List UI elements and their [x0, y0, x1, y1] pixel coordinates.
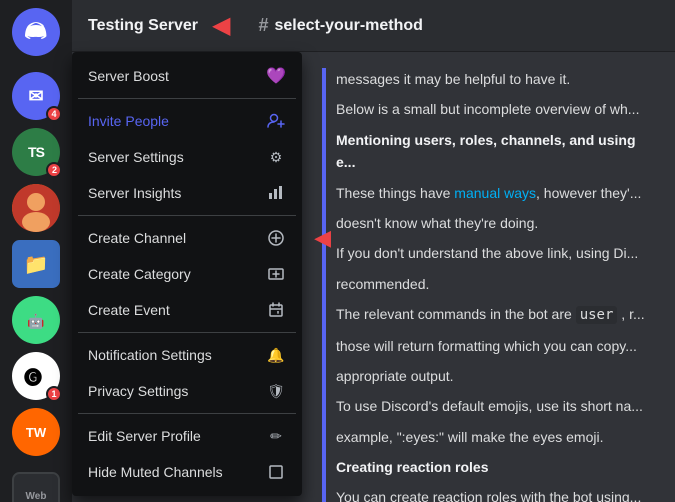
- server-sidebar: ✉ 4 TS 2 📁 🤖 🅖 1 TW Web: [0, 0, 72, 502]
- menu-item-edit-server-profile[interactable]: Edit Server Profile ✏: [78, 418, 296, 454]
- chat-line-11: To use Discord's default emojis, use its…: [336, 395, 655, 417]
- notification-badge-mail: 4: [46, 106, 62, 122]
- edit-server-profile-icon: ✏: [266, 426, 286, 446]
- notification-settings-label: Notification Settings: [88, 347, 212, 363]
- sidebar-item-android[interactable]: 🤖: [12, 296, 60, 344]
- hide-muted-channels-label: Hide Muted Channels: [88, 464, 223, 480]
- menu-item-create-channel[interactable]: Create Channel ◀: [78, 220, 296, 256]
- edit-server-profile-label: Edit Server Profile: [88, 428, 201, 444]
- menu-divider-3: [78, 332, 296, 333]
- create-event-label: Create Event: [88, 302, 170, 318]
- create-event-icon: [266, 300, 286, 320]
- chat-line-10: appropriate output.: [336, 365, 655, 387]
- create-channel-label: Create Channel: [88, 230, 186, 246]
- create-category-label: Create Category: [88, 266, 191, 282]
- sidebar-item-mail[interactable]: ✉ 4: [12, 72, 60, 120]
- create-channel-icon: [266, 228, 286, 248]
- chat-line-13: You can create reaction roles with the b…: [336, 486, 655, 502]
- create-channel-arrow: ◀: [314, 225, 331, 251]
- menu-divider-4: [78, 413, 296, 414]
- menu-item-invite-people[interactable]: Invite People: [78, 103, 296, 139]
- channel-hash-icon: #: [258, 15, 268, 36]
- manual-link[interactable]: manual ways: [454, 185, 536, 201]
- chat-area: messages it may be helpful to have it. B…: [302, 52, 675, 502]
- sidebar-item-blue[interactable]: 📁: [12, 240, 60, 288]
- chat-line-9: those will return formatting which you c…: [336, 335, 655, 357]
- sidebar-item-ts[interactable]: TS 2: [12, 128, 60, 176]
- menu-divider-2: [78, 215, 296, 216]
- notification-badge-google: 1: [46, 386, 62, 402]
- invite-people-icon: [266, 111, 286, 131]
- chat-line-12: example, ":eyes:" will make the eyes emo…: [336, 426, 655, 448]
- chat-heading-reaction-roles: Creating reaction roles: [336, 456, 655, 478]
- sidebar-item-google[interactable]: 🅖 1: [12, 352, 60, 400]
- menu-item-create-event[interactable]: Create Event: [78, 292, 296, 328]
- svg-text:🅖: 🅖: [24, 367, 42, 388]
- chat-line-5: doesn't know what they're doing.: [336, 212, 655, 234]
- menu-divider-1: [78, 98, 296, 99]
- menu-item-server-insights[interactable]: Server Insights: [78, 175, 296, 211]
- invite-people-label: Invite People: [88, 113, 169, 129]
- menu-item-privacy-settings[interactable]: Privacy Settings 🛡: [78, 373, 296, 409]
- chat-line-6: If you don't understand the above link, …: [336, 242, 655, 264]
- svg-text:🤖: 🤖: [27, 313, 44, 330]
- server-boost-label: Server Boost: [88, 68, 169, 84]
- context-menu: Server Boost 💜 Invite People Se: [72, 52, 302, 496]
- privacy-settings-icon: 🛡: [266, 381, 286, 401]
- server-boost-icon: 💜: [266, 66, 286, 86]
- menu-item-create-category[interactable]: Create Category: [78, 256, 296, 292]
- sidebar-item-web[interactable]: Web: [12, 472, 60, 502]
- chat-line-3: Mentioning users, roles, channels, and u…: [336, 129, 655, 174]
- sidebar-item-tw[interactable]: TW: [12, 408, 60, 456]
- menu-item-server-settings[interactable]: Server Settings ⚙: [78, 139, 296, 175]
- menu-item-notification-settings[interactable]: Notification Settings 🔔: [78, 337, 296, 373]
- header-bar: Testing Server ◀ # select-your-method: [72, 0, 675, 52]
- chat-line-7: recommended.: [336, 273, 655, 295]
- main-area: Testing Server ◀ # select-your-method Se…: [72, 0, 675, 502]
- menu-item-hide-muted-channels[interactable]: Hide Muted Channels: [78, 454, 296, 490]
- server-name-arrow: ◀: [212, 11, 230, 40]
- channel-name: select-your-method: [274, 17, 422, 35]
- sidebar-item-discord-home[interactable]: [12, 8, 60, 56]
- chat-line-4: These things have manual ways, however t…: [336, 182, 655, 204]
- server-insights-icon: [266, 183, 286, 203]
- notification-settings-icon: 🔔: [266, 345, 286, 365]
- server-settings-icon: ⚙: [266, 147, 286, 167]
- server-insights-label: Server Insights: [88, 185, 181, 201]
- hide-muted-channels-icon: [266, 462, 286, 482]
- chat-line-2: Below is a small but incomplete overview…: [336, 98, 655, 120]
- sidebar-item-avatar[interactable]: [12, 184, 60, 232]
- channel-header: # select-your-method: [258, 15, 422, 36]
- server-settings-label: Server Settings: [88, 149, 184, 165]
- server-name[interactable]: Testing Server: [88, 17, 198, 35]
- chat-line-1: messages it may be helpful to have it.: [336, 68, 655, 90]
- notification-badge-ts: 2: [46, 162, 62, 178]
- privacy-settings-label: Privacy Settings: [88, 383, 188, 399]
- chat-line-8: The relevant commands in the bot are use…: [336, 303, 655, 326]
- menu-item-server-boost[interactable]: Server Boost 💜: [78, 58, 296, 94]
- create-category-icon: [266, 264, 286, 284]
